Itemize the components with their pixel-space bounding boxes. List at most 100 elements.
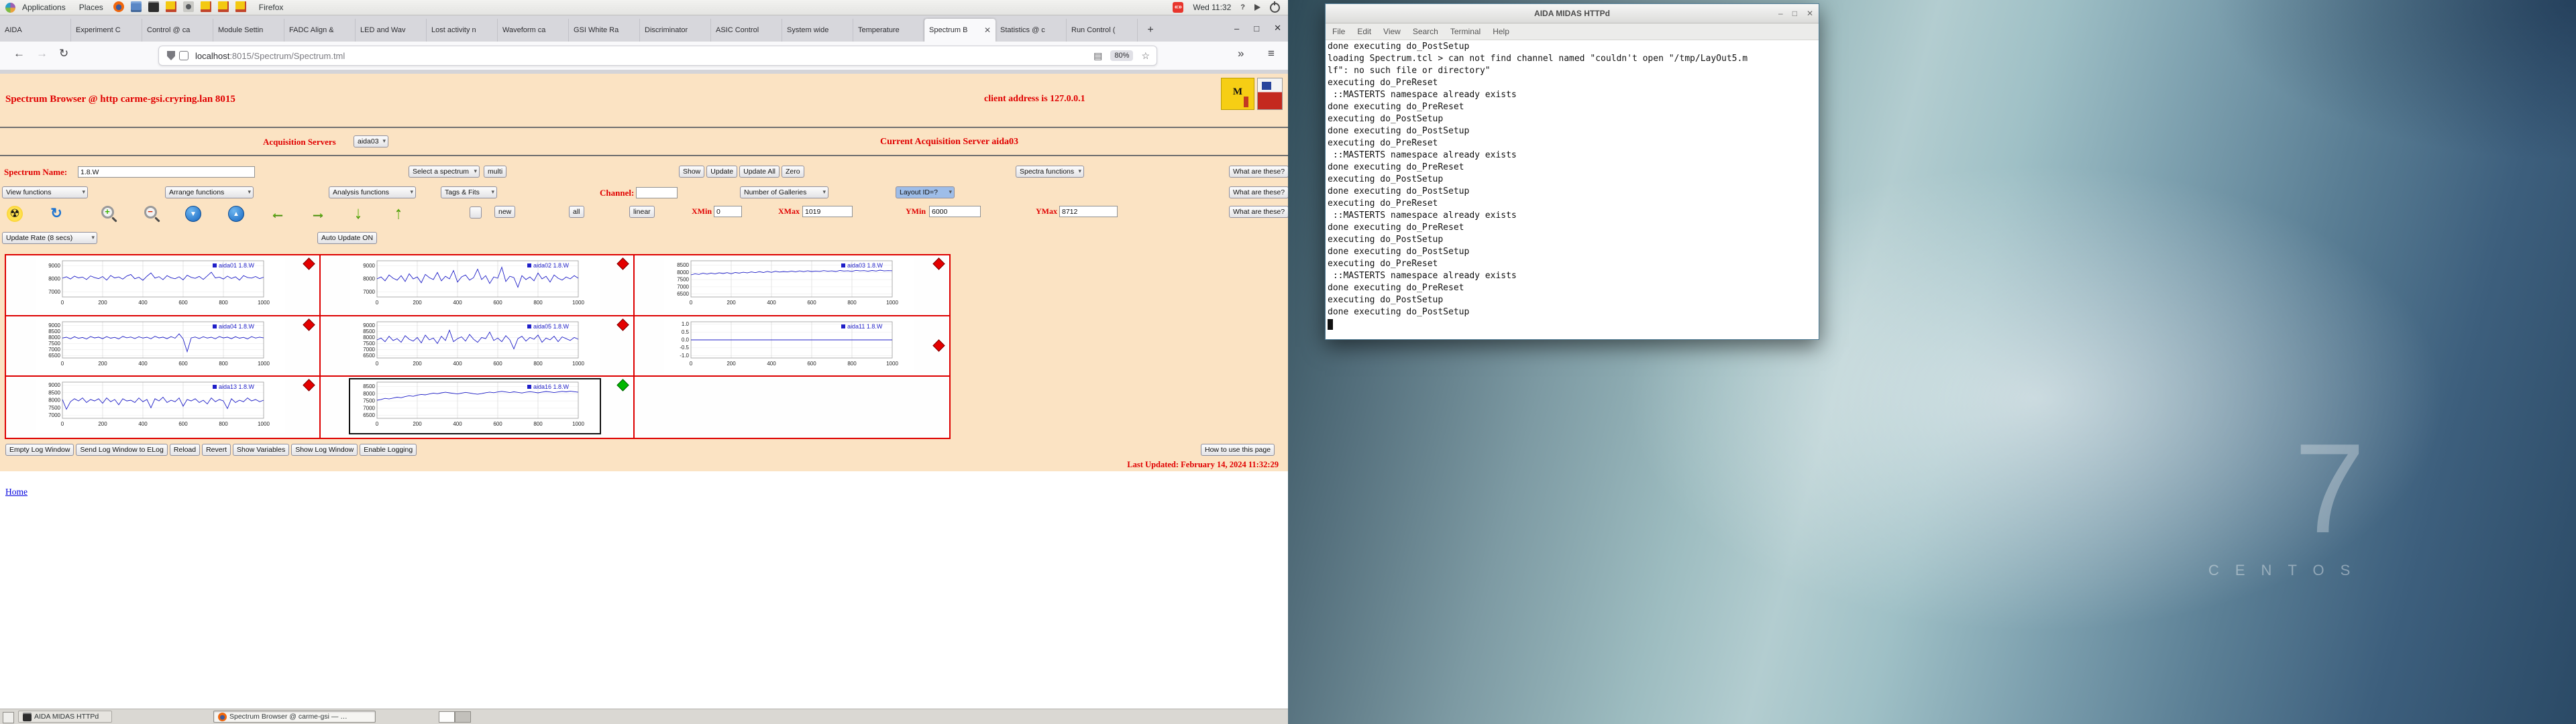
tab[interactable]: Temperature [853, 19, 924, 42]
maximize-icon[interactable]: □ [1254, 23, 1259, 34]
what-are-these-button-2[interactable]: What are these? [1229, 186, 1288, 198]
spectrum-chart[interactable]: 9000 8000 7000 0 200 400 600 800 1000 aida02 1.8.… [350, 258, 600, 312]
status-diamond-red[interactable] [302, 379, 315, 392]
new-button[interactable]: new [494, 206, 516, 218]
tab[interactable]: GSI White Ra [569, 19, 640, 42]
minimize-icon[interactable]: – [1778, 9, 1783, 18]
window-list-icon[interactable] [3, 712, 14, 723]
tab[interactable]: FADC Align & [284, 19, 356, 42]
files-icon[interactable] [130, 1, 142, 12]
all-button[interactable]: all [569, 206, 584, 218]
what-are-these-button-3[interactable]: What are these? [1229, 206, 1288, 218]
what-are-these-button-1[interactable]: What are these? [1229, 166, 1288, 178]
ymin-input[interactable]: 6000 [929, 206, 981, 217]
spectrum-name-input[interactable]: 1.8.W [78, 166, 255, 178]
terminal-titlebar[interactable]: AIDA MIDAS HTTPd – □ ✕ [1326, 4, 1819, 23]
arrow-up-icon[interactable]: ↑ [390, 205, 407, 222]
terminal-menu-terminal[interactable]: Terminal [1450, 27, 1481, 36]
spectra-functions-dropdown[interactable]: Spectra functions [1016, 166, 1084, 178]
enable-logging-button[interactable]: Enable Logging [360, 444, 417, 456]
update-all-button[interactable]: Update All [739, 166, 780, 178]
tab[interactable]: AIDA [0, 19, 71, 42]
linear-button[interactable]: linear [629, 206, 655, 218]
close-icon[interactable]: ✕ [1274, 23, 1281, 34]
reload-button[interactable]: Reload [169, 444, 201, 456]
show-variables-button[interactable]: Show Variables [233, 444, 290, 456]
acquisition-server-select[interactable]: aida03 [354, 135, 388, 147]
places-menu[interactable]: Places [72, 0, 110, 15]
xmin-input[interactable]: 0 [714, 206, 742, 217]
midas-icon[interactable] [200, 1, 211, 12]
terminal-menu-help[interactable]: Help [1493, 27, 1509, 36]
tab[interactable]: Discriminator [640, 19, 711, 42]
tab[interactable]: Statistics @ c [996, 19, 1067, 42]
forward-button[interactable]: → [36, 47, 48, 60]
volume-icon[interactable] [1254, 4, 1260, 11]
applications-menu[interactable]: Applications [15, 0, 72, 15]
reload-button[interactable]: ↻ [59, 47, 68, 60]
arrow-down-icon[interactable]: ↓ [350, 205, 366, 222]
scroll-down-icon[interactable]: ▼ [185, 206, 201, 222]
overflow-menu-icon[interactable]: » [1238, 47, 1244, 60]
taskbar-button[interactable]: Spectrum Browser @ carme-gsi — … [213, 711, 376, 723]
zoom-level-badge[interactable]: 80% [1110, 50, 1134, 61]
maximize-icon[interactable]: □ [1792, 9, 1797, 18]
tab[interactable]: ASIC Control [711, 19, 782, 42]
status-diamond-red[interactable] [616, 257, 630, 270]
close-tab-icon[interactable]: ✕ [984, 25, 991, 35]
spectrum-chart[interactable]: 9000 8500 8000 7500 7000 0 200 400 600 800 1000 aid… [36, 379, 285, 434]
spectrum-chart[interactable]: 1.0 0.5 0.0 -0.5 -1.0 0 200 400 600 800 1000 aida11… [664, 318, 914, 373]
clock[interactable]: Wed 11:32 [1193, 3, 1231, 12]
midas-icon[interactable] [165, 1, 176, 12]
status-diamond-red[interactable] [932, 339, 945, 352]
new-tab-button[interactable]: + [1142, 21, 1159, 39]
multi-button[interactable]: multi [484, 166, 507, 178]
tab[interactable]: System wide [782, 19, 853, 42]
taskbar-button[interactable]: AIDA MIDAS HTTPd [18, 711, 112, 723]
revert-button[interactable]: Revert [202, 444, 231, 456]
midas-icon[interactable] [217, 1, 229, 12]
status-diamond-green[interactable] [616, 379, 630, 392]
xmax-input[interactable]: 1019 [802, 206, 853, 217]
channel-input[interactable] [636, 187, 678, 198]
arrange-functions-dropdown[interactable]: Arrange functions [165, 186, 254, 198]
tab[interactable]: Spectrum B ✕ [924, 19, 996, 42]
spectrum-chart[interactable]: 9000 8500 8000 7500 7000 6500 0 200 400 600 800 100… [36, 318, 285, 373]
tab[interactable]: Control @ ca [142, 19, 213, 42]
workspace-switcher[interactable] [439, 711, 471, 723]
terminal-output[interactable]: done executing do_PostSetup loading Spect… [1326, 40, 1819, 339]
galleries-dropdown[interactable]: Number of Galleries [740, 186, 828, 198]
workspace-2[interactable] [455, 711, 471, 723]
arrow-right-icon[interactable]: → [310, 205, 326, 222]
terminal-icon[interactable] [148, 1, 159, 12]
status-diamond-red[interactable] [302, 257, 315, 270]
firefox-icon[interactable] [113, 1, 124, 12]
empty-log-window-button[interactable]: Empty Log Window [5, 444, 74, 456]
shield-icon[interactable] [167, 51, 175, 60]
ymax-input[interactable]: 8712 [1059, 206, 1118, 217]
terminal-menu-file[interactable]: File [1332, 27, 1345, 36]
spectrum-chart[interactable]: 8500 8000 7500 7000 6500 0 200 400 600 800 1000 aid… [664, 258, 914, 312]
home-link[interactable]: Home [5, 487, 28, 497]
how-to-use-button[interactable]: How to use this page [1201, 444, 1275, 456]
select-spectrum-dropdown[interactable]: Select a spectrum [409, 166, 480, 178]
view-functions-dropdown[interactable]: View functions [2, 186, 88, 198]
status-diamond-red[interactable] [616, 318, 630, 331]
zoom-out-icon[interactable]: − [142, 206, 158, 222]
tags-fits-dropdown[interactable]: Tags & Fits [441, 186, 497, 198]
scroll-up-icon[interactable]: ▲ [228, 206, 244, 222]
spectrum-chart[interactable]: 9000 8000 7000 0 200 400 600 800 1000 aida01 1.8.… [36, 258, 285, 312]
terminal-menu-search[interactable]: Search [1413, 27, 1438, 36]
hamburger-menu-icon[interactable]: ≡ [1268, 47, 1275, 60]
close-icon[interactable]: ✕ [1807, 9, 1813, 18]
spectrum-chart[interactable]: 8500 8000 7500 7000 6500 0 200 400 600 800 1000 aid… [348, 378, 601, 435]
workspace-1[interactable] [439, 711, 455, 723]
status-diamond-red[interactable] [932, 257, 945, 270]
tab[interactable]: Lost activity n [427, 19, 498, 42]
terminal-menu-edit[interactable]: Edit [1357, 27, 1371, 36]
auto-update-button[interactable]: Auto Update ON [317, 232, 378, 244]
permissions-icon[interactable] [179, 51, 189, 60]
minimize-icon[interactable]: – [1234, 23, 1239, 34]
tab[interactable]: Experiment C [71, 19, 142, 42]
spectrum-chart[interactable]: 9000 8500 8000 7500 7000 6500 0 200 400 600 800 100… [350, 318, 600, 373]
